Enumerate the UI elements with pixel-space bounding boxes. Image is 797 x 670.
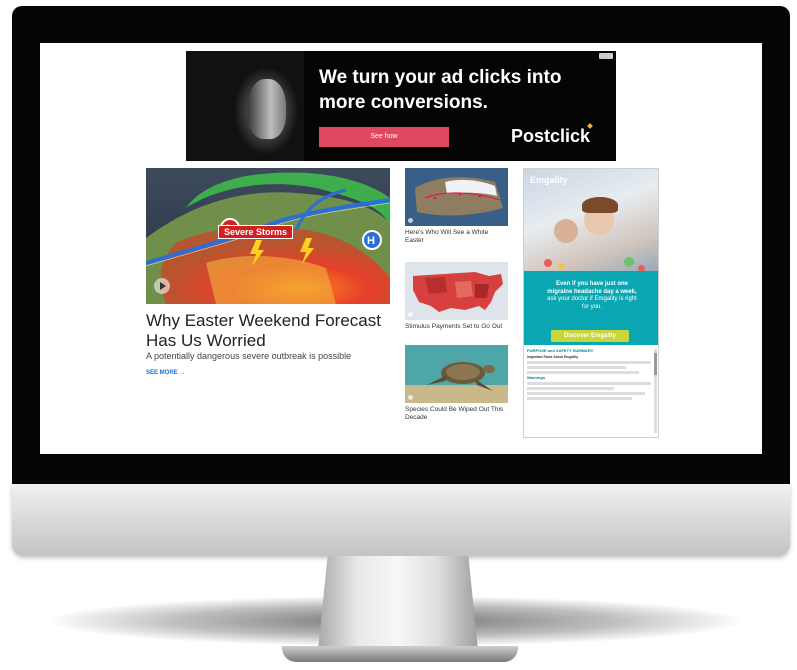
ad-model-face	[248, 79, 286, 139]
card-caption: Stimulus Payments Set to Go Out	[405, 323, 503, 330]
severe-storms-label: Severe Storms	[218, 225, 294, 239]
isi-scrollbar[interactable]	[654, 349, 657, 433]
ad-copy: Even if you have just one migraine heada…	[544, 281, 640, 311]
play-icon[interactable]	[154, 278, 170, 294]
isi-lead: Important Facts About Emgality	[527, 354, 579, 359]
card-caption: Species Could Be Wiped Out This Decade	[405, 406, 504, 421]
isi-line	[527, 381, 651, 385]
card-caption: Here's Who Will See a White Easter	[405, 229, 489, 244]
card-thumbnail	[405, 345, 508, 403]
ad-brand-logo: Postclick	[511, 126, 591, 146]
monitor-screen: We turn your ad clicks into more convers…	[40, 43, 762, 454]
main-story-subtitle: A potentially dangerous severe outbreak …	[146, 351, 352, 361]
monitor-chin	[12, 484, 790, 556]
safety-info-panel[interactable]: PURPOSE and SAFETY SUMMARY Important Fac…	[527, 349, 651, 433]
snow-map-thumbnail	[405, 168, 508, 226]
isi-line	[527, 366, 627, 370]
isi-line	[527, 391, 645, 395]
sea-turtle-thumbnail	[405, 345, 508, 403]
video-icon	[408, 395, 413, 400]
adchoices-icon[interactable]	[599, 53, 613, 59]
ad-headline: We turn your ad clicks into more convers…	[319, 67, 562, 113]
isi-warnings-heading: Warnings	[527, 375, 546, 381]
isi-line	[527, 371, 639, 375]
emgality-side-ad[interactable]: Emgality Even if you have just one migra…	[523, 168, 659, 438]
discover-emgality-button[interactable]: Discover Emgality	[551, 330, 629, 342]
see-more-link[interactable]: SEE MORE →	[146, 370, 185, 376]
svg-text:H: H	[367, 235, 375, 247]
monitor-stand	[318, 556, 478, 650]
story-card-stimulus[interactable]: Stimulus Payments Set to Go Out	[405, 262, 508, 331]
video-icon	[408, 218, 413, 223]
isi-line	[527, 361, 651, 365]
ad-model-photo	[186, 51, 304, 161]
card-thumbnail	[405, 168, 508, 226]
story-card-white-easter[interactable]: Here's Who Will See a White Easter	[405, 168, 508, 245]
story-card-species[interactable]: Species Could Be Wiped Out This Decade	[405, 345, 508, 422]
video-icon	[408, 312, 413, 317]
isi-line	[527, 386, 614, 390]
main-story-title[interactable]: Why Easter Weekend Forecast Has Us Worri…	[146, 311, 396, 351]
us-map-thumbnail	[405, 262, 508, 320]
ad-copy-light: ask your doctor if Emgality is right for…	[547, 296, 637, 310]
monitor-stand-base	[282, 646, 518, 662]
ad-see-how-button[interactable]: See how	[319, 127, 449, 147]
card-thumbnail	[405, 262, 508, 320]
main-story-image[interactable]: L H Severe Storms	[146, 168, 390, 304]
ad-copy-bold: Even if you have just one migraine heada…	[547, 281, 637, 295]
isi-heading: PURPOSE and SAFETY SUMMARY	[527, 349, 594, 353]
ad-family-photo	[524, 169, 658, 281]
isi-line	[527, 396, 633, 400]
emgality-logo: Emgality	[530, 175, 568, 185]
top-banner-ad[interactable]: We turn your ad clicks into more convers…	[186, 51, 616, 161]
